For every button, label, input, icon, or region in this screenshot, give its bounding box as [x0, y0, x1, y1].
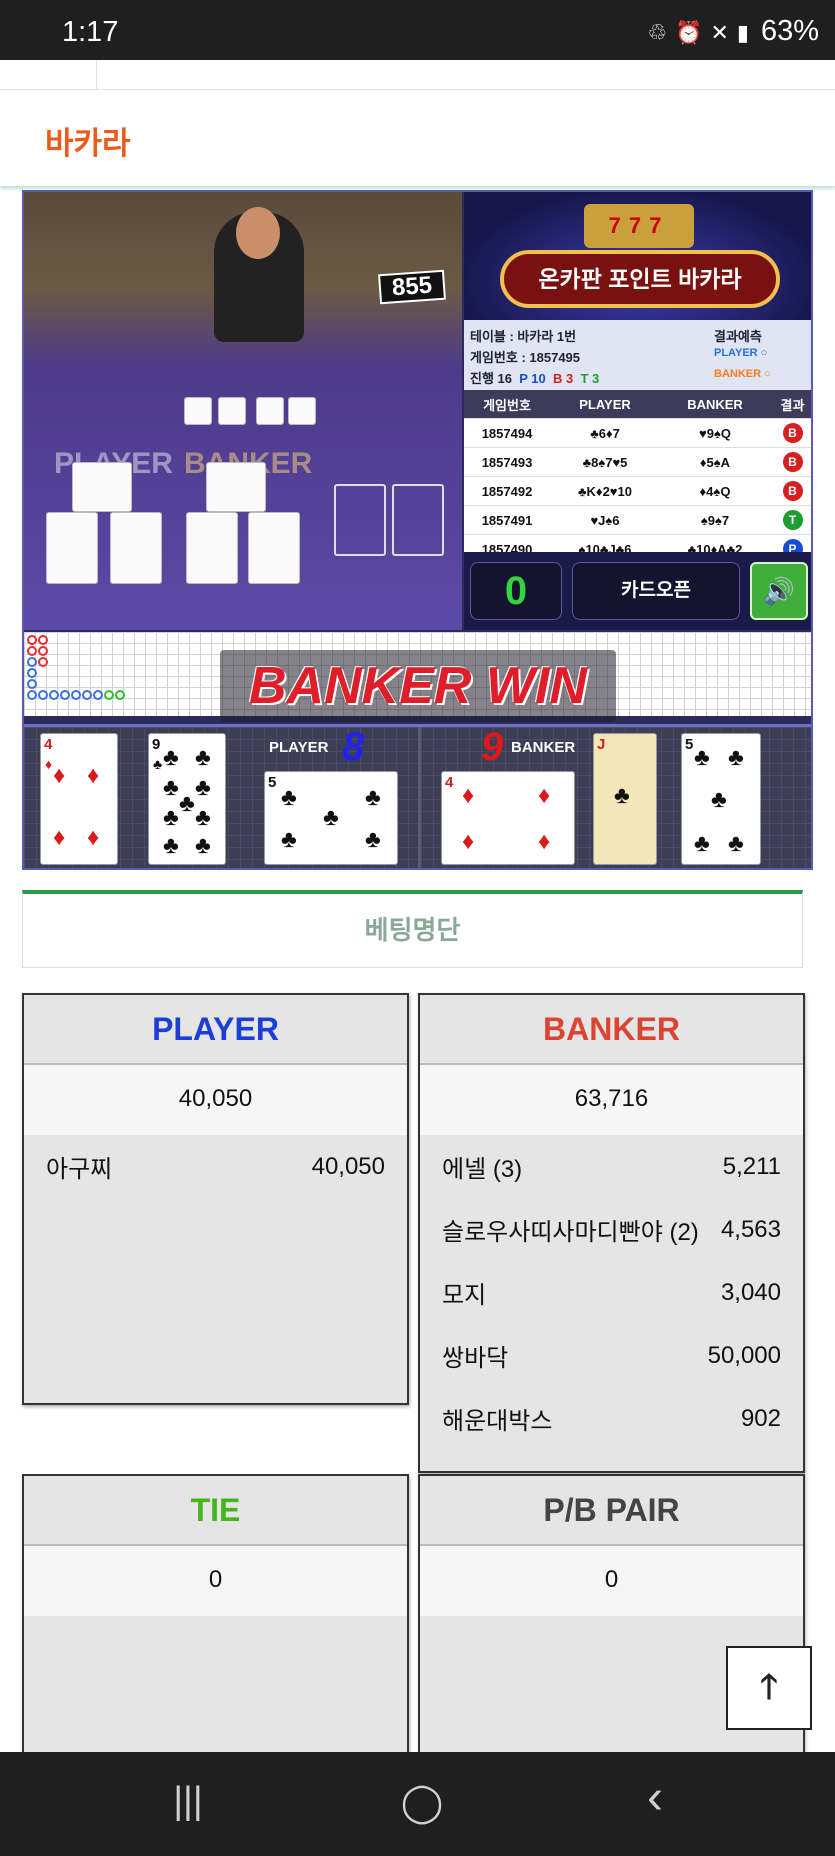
status-bar: 1:17 ♲⏰✕▮ 63%: [0, 0, 835, 60]
clock: 1:17: [62, 16, 119, 48]
tie-panel-title: TIE: [24, 1476, 407, 1546]
list-item: 쌍바닥 50,000: [442, 1341, 781, 1373]
banner-title: 온카판 포인트 바카라: [500, 250, 780, 308]
list-item: 슬로우사띠사마디빤야 (2) 4,563: [442, 1215, 781, 1247]
shoe-counter: 855: [378, 269, 446, 305]
countdown-display: 0: [470, 562, 562, 620]
player-count: P 10: [519, 371, 546, 386]
card-open-button[interactable]: 카드오픈: [572, 562, 740, 620]
player-card: 4 ♦ ♦ ♦ ♦ ♦: [40, 733, 118, 865]
history-row: 1857492 ♣K♦2♥10 ♦4♠Q B: [464, 477, 811, 506]
player-panel-title: PLAYER: [24, 995, 407, 1065]
predict-banker-option[interactable]: BANKER ○: [714, 368, 771, 380]
recent-apps-button[interactable]: |||: [148, 1780, 228, 1823]
history-row: 1857494 ♣6♦7 ♥9♠Q B: [464, 419, 811, 448]
player-score-label: PLAYER: [269, 739, 329, 756]
battery-level: 63%: [760, 15, 819, 47]
history-row: 1857493 ♣8♠7♥5 ♦5♠A B: [464, 448, 811, 477]
banker-card: J ♣: [593, 733, 657, 865]
tie-total: 0: [24, 1546, 407, 1616]
prediction-label: 결과예측: [714, 329, 762, 344]
list-item: 해운대박스 902: [442, 1404, 781, 1436]
list-item: 아구찌 40,050: [46, 1152, 385, 1184]
game-panel: 855 PLAYER BANKER 777 온카판 포인트 바카라 테이블 : …: [22, 190, 813, 870]
predict-player-option[interactable]: PLAYER ○: [714, 347, 767, 359]
banker-card: 5 ♣ ♣ ♣ ♣ ♣: [681, 733, 761, 865]
result-badge: B: [782, 481, 803, 501]
home-button[interactable]: ◯: [382, 1780, 462, 1825]
speaker-icon: 🔊: [762, 576, 796, 606]
game-number: 게임번호 : 1857495: [470, 350, 581, 365]
game-banner: 777 온카판 포인트 바카라: [464, 192, 811, 320]
banker-score: 9: [481, 725, 504, 769]
alarm-icon: ⏰: [675, 20, 711, 45]
game-controls: 0 카드오픈 🔊: [464, 552, 811, 630]
page-header: 바카라: [0, 90, 835, 186]
table-info-panel: 777 온카판 포인트 바카라 테이블 : 바카라 1번 결과예측 게임번호 :…: [464, 192, 811, 630]
progress-row: 진행 16 P 10 B 3 T 3: [470, 371, 600, 386]
page-title: 바카라: [45, 126, 131, 161]
result-badge: B: [782, 423, 803, 443]
tie-bets-panel: TIE 0: [22, 1474, 409, 1764]
banker-bets-panel: BANKER 63,716 에넬 (3) 5,211 슬로우사띠사마디빤야 (2)…: [418, 993, 805, 1473]
win-banner: BANKER WIN: [220, 650, 616, 722]
player-card: 5 ♣ ♣ ♣ ♣ ♣: [264, 771, 398, 865]
recycle-icon: ♲: [647, 20, 676, 45]
history-row: 1857491 ♥J♠6 ♠9♠7 T: [464, 506, 811, 535]
table-status: 테이블 : 바카라 1번 결과예측 게임번호 : 1857495 PLAYER …: [464, 320, 811, 390]
result-badge: B: [782, 452, 803, 472]
tab-strip: [0, 60, 835, 90]
system-nav-bar: ||| ◯ ‹: [0, 1752, 835, 1856]
result-badge: T: [782, 510, 803, 530]
status-icons: ♲⏰✕▮: [647, 20, 757, 46]
history-header: 게임번호 PLAYER BANKER 결과: [464, 390, 811, 419]
banker-score-label: BANKER: [511, 739, 576, 756]
tie-count: T 3: [580, 371, 600, 386]
banker-total: 63,716: [420, 1065, 803, 1135]
player-bets-panel: PLAYER 40,050 아구찌 40,050: [22, 993, 409, 1405]
table-label: 테이블 : 바카라 1번: [470, 329, 577, 344]
live-video: 855 PLAYER BANKER: [24, 192, 462, 630]
list-item: 모지 3,040: [442, 1278, 781, 1310]
history-table: 게임번호 PLAYER BANKER 결과 1857494 ♣6♦7 ♥9♠Q …: [464, 390, 811, 564]
pair-total: 0: [420, 1546, 803, 1616]
player-card: 9 ♣ ♣ ♣ ♣ ♣ ♣ ♣ ♣ ♣ ♣: [148, 733, 226, 865]
banker-count: B 3: [552, 371, 574, 386]
mute-icon: ✕: [710, 20, 737, 45]
arrow-up-icon: 🡑: [760, 1668, 778, 1706]
player-score: 8: [342, 725, 365, 769]
signal-icon: ▮: [736, 20, 757, 45]
bet-list-header: 베팅명단: [22, 890, 803, 968]
player-cards: 4 ♦ ♦ ♦ ♦ ♦ 9 ♣ ♣ ♣ ♣ ♣ ♣ ♣ ♣ ♣ ♣ PLAYER: [24, 725, 418, 868]
back-button[interactable]: ‹: [615, 1770, 695, 1825]
banker-card: 4 ♦ ♦ ♦ ♦: [441, 771, 575, 865]
result-cards: 4 ♦ ♦ ♦ ♦ ♦ 9 ♣ ♣ ♣ ♣ ♣ ♣ ♣ ♣ ♣ ♣ PLAYER: [24, 724, 811, 868]
list-item: 에넬 (3) 5,211: [442, 1152, 781, 1184]
sound-toggle-button[interactable]: 🔊: [750, 562, 808, 620]
player-total: 40,050: [24, 1065, 407, 1135]
slot-reels: 777: [584, 204, 694, 248]
banker-cards: 9 BANKER 4 ♦ ♦ ♦ ♦ J ♣ 5 ♣ ♣ ♣ ♣ ♣: [421, 725, 811, 868]
scroll-to-top-button[interactable]: 🡑: [726, 1646, 812, 1730]
banker-panel-title: BANKER: [420, 995, 803, 1065]
pair-panel-title: P/B PAIR: [420, 1476, 803, 1546]
